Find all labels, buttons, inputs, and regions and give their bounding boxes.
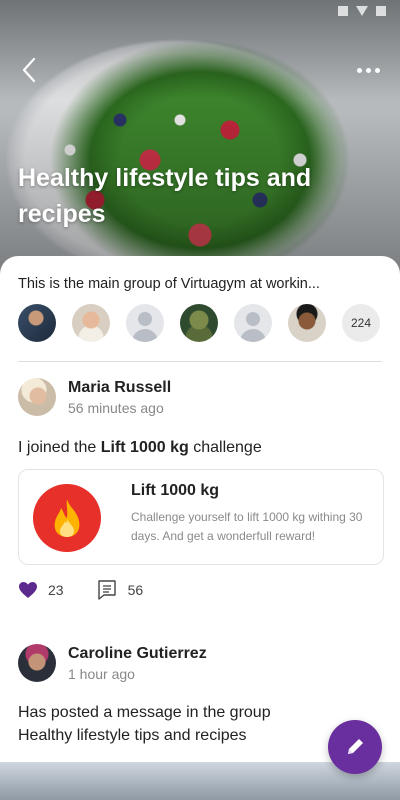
member-avatar[interactable] — [288, 304, 326, 342]
battery-icon — [376, 6, 386, 16]
like-count: 23 — [48, 582, 64, 598]
signal-icon — [338, 6, 348, 16]
compose-post-button[interactable] — [328, 720, 382, 774]
member-list: 224 — [18, 304, 380, 342]
post-meta: Caroline Gutierrez 1 hour ago — [68, 645, 207, 682]
post-text: I joined the Lift 1000 kg challenge — [18, 436, 262, 459]
challenge-icon-badge — [33, 484, 101, 552]
post-timestamp: 56 minutes ago — [68, 399, 164, 416]
post-actions: 23 56 — [18, 580, 143, 600]
challenge-description: Challenge yourself to lift 1000 kg withi… — [131, 510, 363, 543]
post-author[interactable]: Caroline Gutierrez — [68, 645, 207, 663]
status-bar — [338, 6, 386, 16]
post-header[interactable]: Caroline Gutierrez 1 hour ago — [18, 644, 207, 682]
chevron-left-icon — [22, 57, 36, 83]
heart-icon — [19, 582, 37, 598]
divider — [18, 361, 382, 362]
member-avatar[interactable] — [180, 304, 218, 342]
post-text-challenge-name: Lift 1000 kg — [100, 439, 189, 456]
member-avatar[interactable] — [18, 304, 56, 342]
challenge-title: Lift 1000 kg — [131, 482, 220, 499]
post-timestamp: 1 hour ago — [68, 665, 135, 682]
member-avatar-placeholder[interactable] — [126, 304, 164, 342]
avatar[interactable] — [18, 644, 56, 682]
member-avatar[interactable] — [72, 304, 110, 342]
group-cover-image: Healthy lifestyle tips and recipes — [0, 0, 400, 285]
comment-button[interactable]: 56 — [96, 580, 144, 600]
comment-icon — [97, 580, 116, 600]
pencil-icon — [348, 739, 363, 754]
member-count-badge[interactable]: 224 — [342, 304, 380, 342]
post-text-suffix: challenge — [188, 439, 262, 456]
group-description[interactable]: This is the main group of Virtuagym at w… — [18, 276, 382, 292]
post-header[interactable]: Maria Russell 56 minutes ago — [18, 378, 171, 416]
post-text-prefix: I joined the — [18, 439, 101, 456]
dot — [365, 67, 371, 73]
cover-overlay — [0, 0, 400, 285]
post-text: Has posted a message in the group Health… — [18, 701, 271, 747]
post-text-line: Has posted a message in the group — [18, 704, 271, 721]
challenge-card[interactable]: Lift 1000 kg Challenge yourself to lift … — [18, 469, 384, 565]
back-button[interactable] — [14, 54, 44, 86]
dot — [356, 67, 362, 73]
post-text-line: Healthy lifestyle tips and recipes — [18, 727, 247, 744]
flame-icon — [54, 499, 80, 537]
avatar[interactable] — [18, 378, 56, 416]
group-title: Healthy lifestyle tips and recipes — [18, 164, 312, 228]
post-author[interactable]: Maria Russell — [68, 379, 171, 397]
like-button[interactable]: 23 — [18, 581, 64, 599]
dot — [374, 67, 380, 73]
group-content-sheet: This is the main group of Virtuagym at w… — [0, 256, 400, 800]
wifi-icon — [356, 6, 368, 16]
more-options-button[interactable] — [350, 58, 386, 82]
comment-count: 56 — [127, 582, 144, 598]
post-meta: Maria Russell 56 minutes ago — [68, 379, 171, 416]
member-avatar-placeholder[interactable] — [234, 304, 272, 342]
